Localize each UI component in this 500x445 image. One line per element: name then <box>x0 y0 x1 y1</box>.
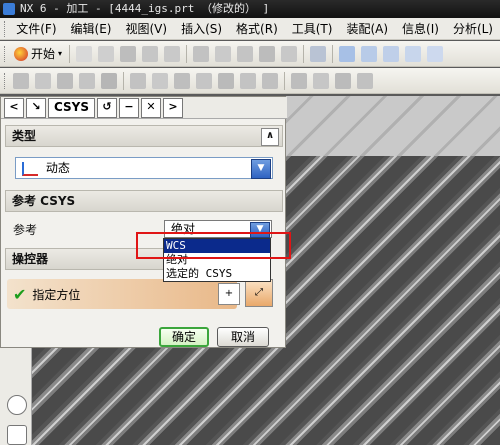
create-method-icon[interactable] <box>79 72 95 89</box>
system-material-icon[interactable] <box>7 425 27 445</box>
new-file-icon[interactable] <box>76 45 93 62</box>
chevron-down-icon: ▾ <box>58 49 63 58</box>
manip-section-title: 操控器 <box>12 252 49 266</box>
check-icon: ✔ <box>13 284 27 304</box>
menu-file[interactable]: 文件(F) <box>9 18 63 40</box>
menu-bar: 文件(F) 编辑(E) 视图(V) 插入(S) 格式(R) 工具(T) 装配(A… <box>0 18 500 40</box>
list-path-icon[interactable] <box>196 72 212 89</box>
pan-icon[interactable] <box>427 45 444 62</box>
menu-grip[interactable] <box>4 20 7 37</box>
print-icon[interactable] <box>164 45 181 62</box>
orient-label: 指定方位 <box>32 287 81 302</box>
menu-analysis[interactable]: 分析(L) <box>446 18 500 40</box>
collapse-icon[interactable]: ∧ <box>261 128 279 146</box>
postprocess-icon[interactable] <box>240 72 256 89</box>
simulate-icon[interactable] <box>218 72 234 89</box>
toolbar-separator <box>69 44 71 63</box>
operation-toolbar <box>0 68 500 94</box>
zoom-in-icon[interactable] <box>383 45 400 62</box>
toolbar-separator <box>332 44 334 63</box>
start-icon <box>14 46 28 61</box>
fit-view-icon[interactable] <box>339 45 356 62</box>
ref-label: 参考 <box>13 223 38 237</box>
menu-edit[interactable]: 编辑(E) <box>64 18 119 40</box>
save-as-icon[interactable] <box>142 45 159 62</box>
ref-section-title: 参考 CSYS <box>12 194 76 208</box>
menu-info[interactable]: 信息(I) <box>395 18 446 40</box>
chevron-down-icon[interactable]: ▼ <box>251 159 271 179</box>
generate-path-icon[interactable] <box>130 72 146 89</box>
dialog-header: < ↘ CSYS ↺ − ✕ > <box>1 97 287 119</box>
start-label: 开始 <box>31 47 56 61</box>
copy-icon[interactable] <box>215 45 232 62</box>
menu-assembly[interactable]: 装配(A) <box>339 18 395 40</box>
csys-dialog-icon[interactable]: ⤢ <box>245 279 273 307</box>
type-section-header[interactable]: 类型 ∧ <box>5 125 283 147</box>
annotation-highlight-box <box>136 232 291 259</box>
toolbar-separator <box>186 44 188 63</box>
standard-toolbar: 开始 ▾ <box>0 41 500 67</box>
create-operation-icon[interactable] <box>101 72 117 89</box>
ok-button[interactable]: 确定 <box>159 327 209 347</box>
replay-path-icon[interactable] <box>152 72 168 89</box>
chevron-left-icon[interactable]: < <box>4 97 24 118</box>
window-title: NX 6 - 加工 - [4444_igs.prt （修改的） ] <box>20 2 270 15</box>
point-dialog-icon[interactable]: + <box>218 283 240 305</box>
geometry-view-icon[interactable] <box>335 72 351 89</box>
minimize-icon[interactable]: − <box>119 97 140 118</box>
paste-icon[interactable] <box>237 45 254 62</box>
nx-logo-icon <box>3 3 15 15</box>
menu-format[interactable]: 格式(R) <box>229 18 285 40</box>
dynamic-csys-icon <box>22 161 38 176</box>
zoom-icon[interactable] <box>361 45 378 62</box>
menu-insert[interactable]: 插入(S) <box>174 18 229 40</box>
dropdown-option-selected-csys[interactable]: 选定的 CSYS <box>164 267 270 281</box>
toolbar-separator <box>303 44 305 63</box>
tool-view-icon[interactable] <box>313 72 329 89</box>
cancel-button[interactable]: 取消 <box>217 327 269 347</box>
rotate-icon[interactable] <box>405 45 422 62</box>
window-title-bar: NX 6 - 加工 - [4444_igs.prt （修改的） ] <box>0 0 500 18</box>
ref-csys-section-header[interactable]: 参考 CSYS <box>5 190 283 212</box>
history-clock-icon[interactable] <box>7 395 27 415</box>
dialog-title: CSYS <box>48 97 96 118</box>
cut-icon[interactable] <box>193 45 210 62</box>
create-tool-icon[interactable] <box>35 72 51 89</box>
view-orient-icon[interactable] <box>310 45 327 62</box>
toolbar-separator <box>284 71 285 90</box>
toolbar-grip[interactable] <box>4 45 8 62</box>
start-button[interactable]: 开始 ▾ <box>10 45 66 62</box>
save-icon[interactable] <box>120 45 137 62</box>
arrow-icon[interactable]: ↘ <box>26 97 46 118</box>
type-section-title: 类型 <box>12 129 37 143</box>
verify-path-icon[interactable] <box>174 72 190 89</box>
create-program-icon[interactable] <box>13 72 29 89</box>
undo-icon[interactable] <box>281 45 298 62</box>
specify-orientation-row[interactable]: ✔ 指定方位 <box>7 279 237 309</box>
open-file-icon[interactable] <box>98 45 115 62</box>
create-geometry-icon[interactable] <box>57 72 73 89</box>
method-view-icon[interactable] <box>357 72 373 89</box>
chevron-right-icon[interactable]: > <box>163 97 184 118</box>
toolbar-separator <box>123 71 124 90</box>
toolbar-grip[interactable] <box>4 72 8 89</box>
shop-doc-icon[interactable] <box>262 72 278 89</box>
close-icon[interactable]: ✕ <box>141 97 162 118</box>
menu-tools[interactable]: 工具(T) <box>285 18 340 40</box>
csys-dialog: < ↘ CSYS ↺ − ✕ > 类型 ∧ 动态 ▼ 参考 CSYS 参考 绝对… <box>0 96 287 348</box>
reset-icon[interactable]: ↺ <box>97 97 118 118</box>
program-view-icon[interactable] <box>291 72 307 89</box>
delete-icon[interactable] <box>259 45 276 62</box>
type-value: 动态 <box>45 161 70 175</box>
type-combo[interactable]: 动态 ▼ <box>15 157 273 179</box>
menu-view[interactable]: 视图(V) <box>118 18 174 40</box>
